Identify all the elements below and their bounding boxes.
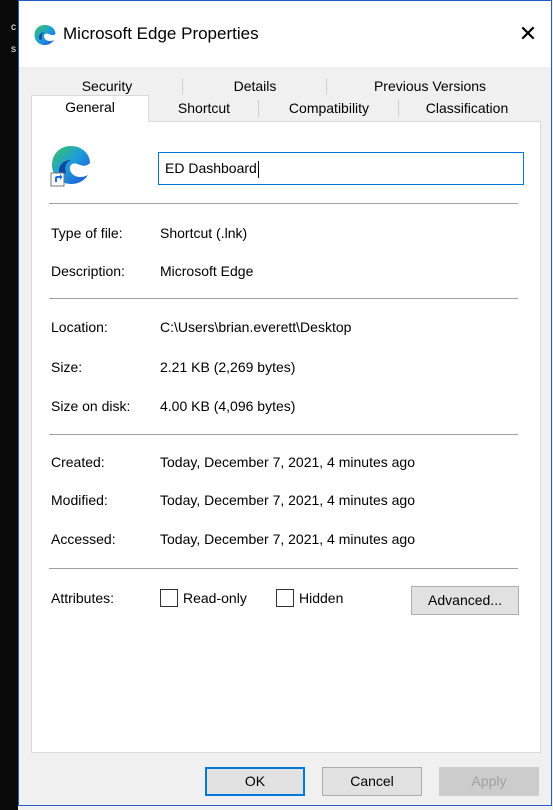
modified-value: Today, December 7, 2021, 4 minutes ago: [160, 492, 416, 508]
tab-label: General: [65, 99, 115, 115]
tab-label: Security: [81, 78, 133, 94]
close-button[interactable]: ✕: [505, 17, 551, 51]
size-on-disk-value: 4.00 KB (4,096 bytes): [160, 398, 296, 414]
close-icon: ✕: [518, 21, 538, 46]
accessed-value: Today, December 7, 2021, 4 minutes ago: [160, 531, 416, 547]
modified-label: Modified:: [51, 492, 108, 508]
hidden-checkbox[interactable]: [276, 589, 294, 607]
tab-compatibility[interactable]: Compatibility: [259, 97, 399, 120]
ok-button[interactable]: OK: [205, 767, 305, 796]
advanced-button[interactable]: Advanced...: [411, 586, 519, 615]
cancel-button-label: Cancel: [350, 773, 394, 789]
background-crumb: c: [11, 22, 16, 33]
tab-shortcut[interactable]: Shortcut: [149, 97, 259, 120]
attributes-label: Attributes:: [51, 590, 115, 606]
created-value: Today, December 7, 2021, 4 minutes ago: [160, 454, 416, 470]
location-value: C:\Users\brian.everett\Desktop: [160, 319, 352, 335]
tab-label: Shortcut: [177, 100, 231, 116]
text-caret: [257, 160, 259, 178]
tab-classification[interactable]: Classification: [399, 97, 535, 120]
properties-dialog: Microsoft Edge Properties ✕ Security Det…: [18, 0, 552, 806]
apply-button-label: Apply: [471, 773, 507, 789]
created-label: Created:: [51, 454, 105, 470]
size-label: Size:: [51, 359, 83, 375]
advanced-button-label: Advanced...: [428, 592, 502, 608]
tab-general[interactable]: General: [31, 95, 149, 122]
divider: [49, 298, 518, 299]
size-value: 2.21 KB (2,269 bytes): [160, 359, 296, 375]
cancel-button[interactable]: Cancel: [322, 767, 422, 796]
shortcut-name-value: ED Dashboard: [165, 160, 257, 176]
general-panel: [31, 121, 541, 753]
size-on-disk-label: Size on disk:: [51, 398, 131, 414]
tab-label: Compatibility: [288, 100, 370, 116]
title-bar[interactable]: Microsoft Edge Properties ✕: [19, 1, 551, 67]
microsoft-edge-shortcut-icon: [50, 146, 90, 187]
microsoft-edge-icon: [34, 25, 56, 45]
apply-button: Apply: [439, 767, 539, 796]
divider: [49, 203, 518, 204]
tab-label: Classification: [425, 100, 509, 116]
background-crumb: s: [11, 44, 16, 55]
description-value: Microsoft Edge: [160, 263, 254, 279]
tab-details[interactable]: Details: [183, 75, 327, 98]
shortcut-name-field[interactable]: ED Dashboard: [158, 152, 524, 185]
ok-button-label: OK: [244, 773, 266, 789]
accessed-label: Accessed:: [51, 531, 116, 547]
tab-label: Details: [233, 78, 277, 94]
type-of-file-value: Shortcut (.lnk): [160, 225, 248, 241]
description-label: Description:: [51, 263, 125, 279]
tab-label: Previous Versions: [373, 78, 487, 94]
read-only-label[interactable]: Read-only: [183, 590, 247, 606]
read-only-checkbox[interactable]: [160, 589, 178, 607]
type-of-file-label: Type of file:: [51, 225, 123, 241]
divider: [49, 434, 518, 435]
location-label: Location:: [51, 319, 108, 335]
divider: [49, 568, 518, 569]
window-title: Microsoft Edge Properties: [63, 24, 259, 43]
hidden-label[interactable]: Hidden: [299, 590, 343, 606]
tab-previous-versions[interactable]: Previous Versions: [327, 75, 533, 98]
background-window-strip: c s: [0, 0, 18, 810]
